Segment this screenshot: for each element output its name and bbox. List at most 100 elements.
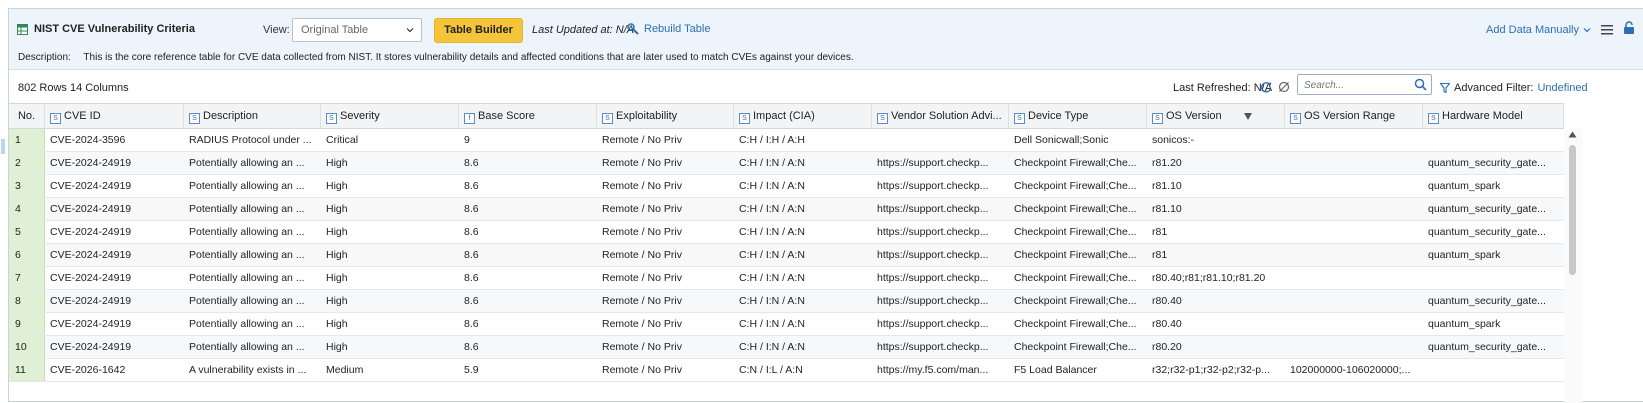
- cell-impact: C:H / I:N / A:N: [739, 272, 805, 284]
- table-row[interactable]: 2 CVE-2024-24919 Potentially allowing an .…: [9, 152, 1564, 175]
- cell-device-type: Checkpoint Firewall;Che...: [1014, 318, 1137, 330]
- filter-icon: [1440, 83, 1450, 93]
- cell-cve-id: CVE-2024-24919: [50, 180, 132, 192]
- cell-hardware-model: quantum_spark: [1428, 249, 1501, 261]
- add-data-label: Add Data Manually: [1486, 24, 1579, 36]
- page-title: NIST CVE Vulnerability Criteria: [17, 23, 195, 35]
- cell-impact: C:H / I:H / A:H: [739, 134, 805, 146]
- row-number: 3: [9, 175, 45, 197]
- column-header-no[interactable]: No.: [9, 104, 45, 128]
- cell-description: Potentially allowing an ...: [189, 203, 305, 215]
- cell-impact: C:H / I:N / A:N: [739, 295, 805, 307]
- cell-cve-id: CVE-2024-24919: [50, 203, 132, 215]
- cell-severity: High: [326, 295, 348, 307]
- column-header-base-score[interactable]: f Base Score: [459, 104, 597, 128]
- cell-vendor-solution: https://support.checkp...: [877, 318, 989, 330]
- view-select-value: Original Table: [301, 24, 369, 36]
- table-row[interactable]: 9 CVE-2024-24919 Potentially allowing an .…: [9, 313, 1564, 336]
- column-header-label: Device Type: [1028, 110, 1089, 122]
- table-toolbar: 802 Rows 14 Columns Last Refreshed: N/A …: [9, 70, 1643, 103]
- cell-description: A vulnerability exists in ...: [189, 364, 307, 376]
- chevron-down-icon: [1583, 28, 1591, 33]
- column-header-description[interactable]: S Description: [184, 104, 321, 128]
- cell-description: Potentially allowing an ...: [189, 249, 305, 261]
- column-header-label: Severity: [340, 110, 380, 122]
- column-header-hardware-model[interactable]: S Hardware Model: [1423, 104, 1564, 128]
- column-header-label: OS Version: [1166, 110, 1222, 122]
- cell-os-version-range: [1285, 198, 1423, 220]
- column-header-label: Hardware Model: [1442, 110, 1523, 122]
- cell-os-version: r81.10: [1152, 203, 1182, 215]
- sort-descending-icon[interactable]: [1244, 113, 1252, 120]
- table-row[interactable]: 3 CVE-2024-24919 Potentially allowing an .…: [9, 175, 1564, 198]
- cell-device-type: F5 Load Balancer: [1014, 364, 1097, 376]
- table-row[interactable]: 5 CVE-2024-24919 Potentially allowing an .…: [9, 221, 1564, 244]
- column-header-os-version[interactable]: S OS Version: [1147, 104, 1285, 128]
- view-select[interactable]: Original Table: [292, 18, 422, 42]
- cell-os-version-range: [1285, 244, 1423, 266]
- table-builder-button[interactable]: Table Builder: [434, 18, 523, 43]
- add-data-manually-dropdown[interactable]: Add Data Manually: [1486, 24, 1591, 36]
- vertical-scrollbar[interactable]: [1564, 129, 1582, 403]
- cell-severity: High: [326, 157, 348, 169]
- column-header-cve-id[interactable]: S CVE ID: [45, 104, 184, 128]
- cell-device-type: Checkpoint Firewall;Che...: [1014, 226, 1137, 238]
- table-row[interactable]: 4 CVE-2024-24919 Potentially allowing an .…: [9, 198, 1564, 221]
- rebuild-table-button[interactable]: Rebuild Table: [627, 23, 710, 35]
- column-type-icon: f: [464, 113, 475, 124]
- cell-cve-id: CVE-2024-3596: [50, 134, 126, 146]
- table-header: NIST CVE Vulnerability Criteria View: Or…: [9, 9, 1643, 70]
- cell-os-version-range: [1285, 129, 1423, 151]
- column-header-device-type[interactable]: S Device Type: [1009, 104, 1147, 128]
- column-header-severity[interactable]: S Severity: [321, 104, 459, 128]
- cell-vendor-solution: https://support.checkp...: [877, 295, 989, 307]
- menu-icon[interactable]: [1601, 24, 1613, 35]
- row-number: 2: [9, 152, 45, 174]
- cell-severity: High: [326, 203, 348, 215]
- cell-severity: High: [326, 341, 348, 353]
- scrollbar-thumb[interactable]: [1569, 145, 1576, 275]
- column-header-vendor-solution[interactable]: S Vendor Solution Advi...: [872, 104, 1009, 128]
- cell-os-version: sonicos:-: [1152, 134, 1195, 146]
- search-input[interactable]: [1302, 76, 1411, 95]
- search-box: [1297, 74, 1432, 95]
- row-number: 6: [9, 244, 45, 266]
- table-row[interactable]: 1 CVE-2024-3596 RADIUS Protocol under ... C…: [9, 129, 1564, 152]
- unlock-icon[interactable]: [1623, 21, 1635, 35]
- column-header-os-version-range[interactable]: S OS Version Range: [1285, 104, 1423, 128]
- search-icon[interactable]: [1414, 78, 1427, 91]
- cell-impact: C:H / I:N / A:N: [739, 249, 805, 261]
- row-number: 11: [9, 359, 45, 381]
- column-type-icon: S: [1428, 113, 1439, 124]
- cell-severity: Medium: [326, 364, 364, 376]
- table-row[interactable]: 8 CVE-2024-24919 Potentially allowing an .…: [9, 290, 1564, 313]
- cell-os-version: r80.20: [1152, 341, 1182, 353]
- cell-description: Potentially allowing an ...: [189, 180, 305, 192]
- column-type-icon: S: [602, 113, 613, 124]
- cell-impact: C:H / I:N / A:N: [739, 341, 805, 353]
- auto-refresh-off-icon[interactable]: [1278, 81, 1290, 93]
- column-header-exploitability[interactable]: S Exploitability: [597, 104, 734, 128]
- table-row[interactable]: 10 CVE-2024-24919 Potentially allowing an …: [9, 336, 1564, 359]
- scroll-up-icon[interactable]: [1568, 131, 1577, 138]
- cell-cve-id: CVE-2024-24919: [50, 318, 132, 330]
- cell-hardware-model: quantum_security_gate...: [1428, 157, 1546, 169]
- rebuild-table-label: Rebuild Table: [644, 23, 711, 35]
- table-row[interactable]: 11 CVE-2026-1642 A vulnerability exists in…: [9, 359, 1564, 382]
- refresh-icon[interactable]: [1260, 81, 1272, 93]
- cell-cve-id: CVE-2024-24919: [50, 157, 132, 169]
- column-type-icon: S: [189, 113, 200, 124]
- cell-description: Potentially allowing an ...: [189, 226, 305, 238]
- cell-hardware-model: quantum_security_gate...: [1428, 295, 1546, 307]
- advanced-filter[interactable]: Advanced Filter: Undefined: [1440, 82, 1588, 94]
- cell-exploitability: Remote / No Priv: [602, 364, 682, 376]
- advanced-filter-label: Advanced Filter:: [1454, 82, 1534, 94]
- cell-hardware-model: quantum_spark: [1428, 318, 1501, 330]
- cell-vendor-solution: https://support.checkp...: [877, 180, 989, 192]
- grid-header-row: No. S CVE ID S Description S Severity f Base Sco…: [9, 103, 1564, 129]
- table-row[interactable]: 6 CVE-2024-24919 Potentially allowing an .…: [9, 244, 1564, 267]
- chevron-down-icon: [406, 28, 414, 33]
- cell-description: Potentially allowing an ...: [189, 341, 305, 353]
- table-row[interactable]: 7 CVE-2024-24919 Potentially allowing an .…: [9, 267, 1564, 290]
- column-header-impact[interactable]: S Impact (CIA): [734, 104, 872, 128]
